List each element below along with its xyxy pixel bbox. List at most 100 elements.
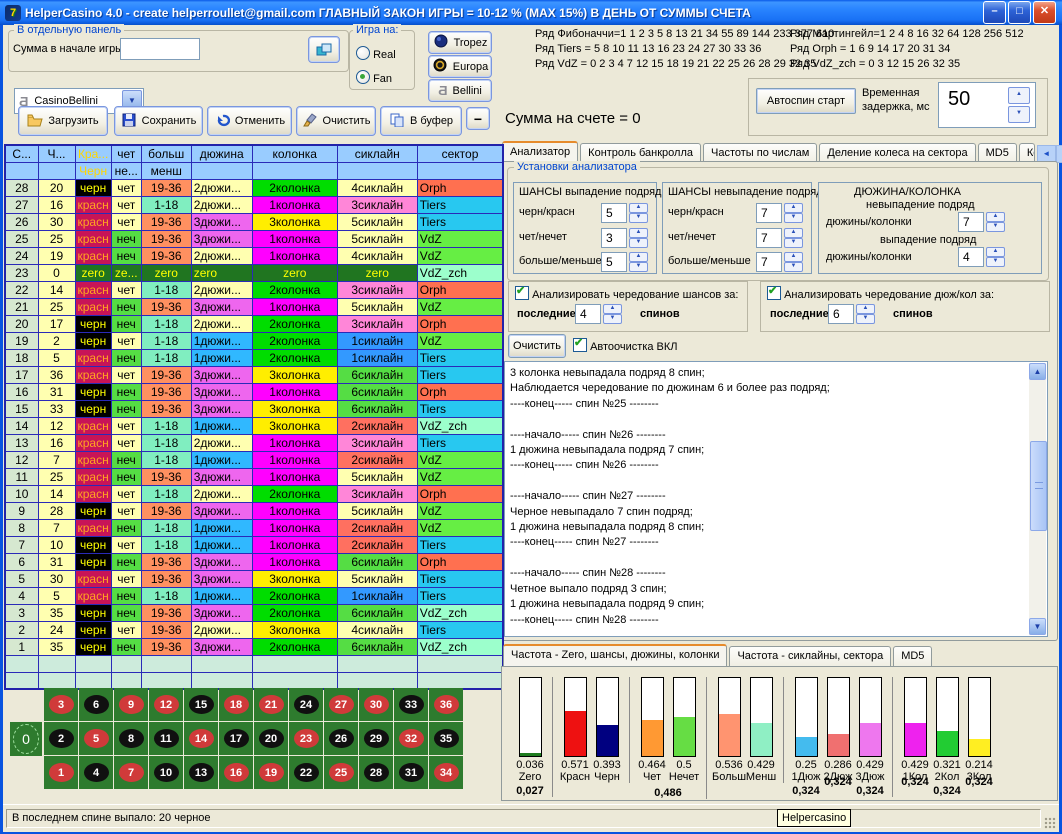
board-cell-34[interactable]: 34 xyxy=(429,756,463,789)
chart-tab-3[interactable]: MD5 xyxy=(893,646,932,668)
casino-button-bellini[interactable]: ƋBellini xyxy=(428,79,492,102)
chance-hit-spinner[interactable]: 3▲▼ xyxy=(601,228,648,248)
maximize-button[interactable]: □ xyxy=(1008,1,1031,24)
alt-chances-checkbox[interactable]: Анализировать чередование шансов за: xyxy=(515,286,738,301)
board-cell-29[interactable]: 29 xyxy=(359,722,393,755)
alt-chances-spinner[interactable]: 4 ▲▼ xyxy=(575,304,622,324)
spin-up-icon[interactable]: ▲ xyxy=(784,203,803,213)
board-cell-0[interactable]: 0 xyxy=(10,722,42,756)
close-button[interactable]: ✕ xyxy=(1033,1,1056,24)
start-sum-input[interactable] xyxy=(120,38,200,60)
toolbar-button-2[interactable]: Сохранить xyxy=(114,106,203,136)
board-cell-4[interactable]: 4 xyxy=(79,756,113,789)
dozen-hit-spinner[interactable]: 4 ▲▼ xyxy=(958,247,1005,267)
spinner-value[interactable]: 3 xyxy=(601,228,627,248)
detach-panel-button[interactable] xyxy=(308,36,340,63)
autospin-start-button[interactable]: Автоспин старт xyxy=(756,88,856,114)
spin-up-icon[interactable]: ▲ xyxy=(629,252,648,262)
title-bar[interactable]: 7 HelperCasino 4.0 - create helperroulle… xyxy=(0,0,1062,25)
spin-down-icon[interactable]: ▼ xyxy=(986,257,1005,267)
minimize-button[interactable]: – xyxy=(983,1,1006,24)
column-header[interactable] xyxy=(5,162,38,179)
board-cell-9[interactable]: 9 xyxy=(114,688,148,721)
spin-up-icon[interactable]: ▲ xyxy=(629,228,648,238)
board-cell-27[interactable]: 27 xyxy=(324,688,358,721)
board-cell-20[interactable]: 20 xyxy=(254,722,288,755)
board-cell-13[interactable]: 13 xyxy=(184,756,218,789)
spin-down-icon[interactable]: ▼ xyxy=(603,314,622,324)
board-cell-10[interactable]: 10 xyxy=(149,756,183,789)
radio-real[interactable]: Real xyxy=(356,46,396,61)
column-header[interactable]: Черн xyxy=(75,162,111,179)
board-cell-12[interactable]: 12 xyxy=(149,688,183,721)
column-header[interactable] xyxy=(252,162,337,179)
board-cell-30[interactable]: 30 xyxy=(359,688,393,721)
column-header[interactable] xyxy=(191,162,252,179)
board-cell-2[interactable]: 2 xyxy=(44,722,78,755)
spin-up-icon[interactable]: ▲ xyxy=(856,304,875,314)
board-cell-8[interactable]: 8 xyxy=(114,722,148,755)
column-header[interactable]: колонка xyxy=(252,145,337,162)
log-scrollbar[interactable]: ▲ ▼ xyxy=(1029,363,1046,635)
column-header[interactable] xyxy=(417,162,503,179)
board-cell-24[interactable]: 24 xyxy=(289,688,323,721)
board-cell-5[interactable]: 5 xyxy=(79,722,113,755)
chance-miss-spinner[interactable]: 7▲▼ xyxy=(756,203,803,223)
spin-up-icon[interactable]: ▲ xyxy=(784,228,803,238)
spin-down-icon[interactable]: ▼ xyxy=(856,314,875,324)
spin-up-icon[interactable]: ▲ xyxy=(986,212,1005,222)
chance-miss-spinner[interactable]: 7▲▼ xyxy=(756,252,803,272)
column-header[interactable]: сектор xyxy=(417,145,503,162)
board-cell-28[interactable]: 28 xyxy=(359,756,393,789)
spin-down-icon[interactable]: ▼ xyxy=(784,238,803,248)
board-cell-31[interactable]: 31 xyxy=(394,756,428,789)
spin-up-icon[interactable]: ▲ xyxy=(784,252,803,262)
scroll-down-icon[interactable]: ▼ xyxy=(1029,618,1046,635)
spin-down-icon[interactable]: ▼ xyxy=(784,213,803,223)
spin-up-icon[interactable]: ▲ xyxy=(986,247,1005,257)
chance-hit-spinner[interactable]: 5▲▼ xyxy=(601,252,648,272)
scroll-up-icon[interactable]: ▲ xyxy=(1029,363,1046,380)
board-cell-22[interactable]: 22 xyxy=(289,756,323,789)
toolbar-button-5[interactable]: В буфер xyxy=(380,106,462,136)
board-cell-35[interactable]: 35 xyxy=(429,722,463,755)
column-header[interactable]: больш xyxy=(141,145,191,162)
column-header[interactable]: менш xyxy=(141,162,191,179)
board-cell-7[interactable]: 7 xyxy=(114,756,148,789)
clear-log-button[interactable]: Очистить xyxy=(508,334,566,358)
dozen-miss-spinner[interactable]: 7 ▲▼ xyxy=(958,212,1005,232)
board-cell-18[interactable]: 18 xyxy=(219,688,253,721)
board-cell-11[interactable]: 11 xyxy=(149,722,183,755)
board-cell-17[interactable]: 17 xyxy=(219,722,253,755)
board-cell-25[interactable]: 25 xyxy=(324,756,358,789)
chance-miss-spinner[interactable]: 7▲▼ xyxy=(756,228,803,248)
column-header[interactable]: чет xyxy=(111,145,141,162)
spinner-value[interactable]: 5 xyxy=(601,252,627,272)
board-cell-16[interactable]: 16 xyxy=(219,756,253,789)
alt-dozens-spinner[interactable]: 6 ▲▼ xyxy=(828,304,875,324)
resize-grip[interactable] xyxy=(1044,817,1056,829)
chart-tab-2[interactable]: Частота - сиклайны, сектора xyxy=(729,646,891,668)
board-cell-3[interactable]: 3 xyxy=(44,688,78,721)
column-header[interactable]: Ч... xyxy=(38,145,75,162)
spinner-value[interactable]: 7 xyxy=(756,228,782,248)
board-cell-23[interactable]: 23 xyxy=(289,722,323,755)
column-header[interactable]: не... xyxy=(111,162,141,179)
board-cell-33[interactable]: 33 xyxy=(394,688,428,721)
column-header[interactable]: Кра... xyxy=(75,145,111,162)
delay-value[interactable]: 50 xyxy=(948,88,970,111)
spinner-value[interactable]: 7 xyxy=(756,203,782,223)
spin-up-icon[interactable]: ▲ xyxy=(603,304,622,314)
column-header[interactable] xyxy=(337,162,417,179)
column-header[interactable]: дюжина xyxy=(191,145,252,162)
board-cell-36[interactable]: 36 xyxy=(429,688,463,721)
board-cell-26[interactable]: 26 xyxy=(324,722,358,755)
spin-down-icon[interactable]: ▼ xyxy=(629,262,648,272)
board-cell-6[interactable]: 6 xyxy=(79,688,113,721)
delay-spin-up[interactable]: ▲ xyxy=(1008,87,1030,104)
collapse-panel-button[interactable]: − xyxy=(466,107,490,130)
toolbar-button-1[interactable]: Загрузить xyxy=(18,106,108,136)
board-cell-15[interactable]: 15 xyxy=(184,688,218,721)
scroll-thumb[interactable] xyxy=(1030,441,1047,531)
autoclear-checkbox[interactable]: Автоочистка ВКЛ xyxy=(573,338,678,353)
